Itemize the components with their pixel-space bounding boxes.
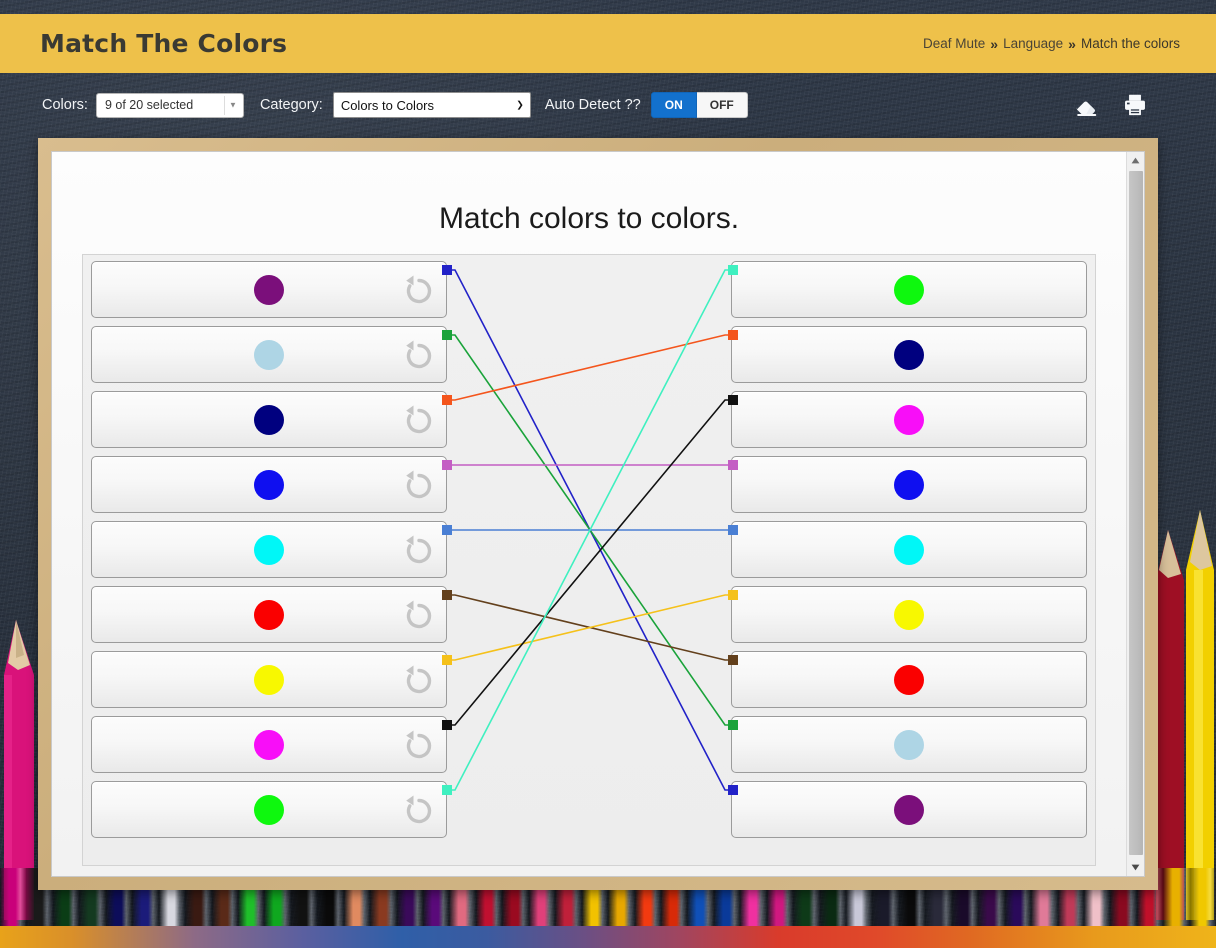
breadcrumb-separator-icon: »: [1068, 35, 1076, 52]
color-swatch-cyan: [254, 534, 284, 565]
eraser-icon[interactable]: [1074, 92, 1100, 118]
left-color-item[interactable]: [91, 586, 447, 643]
right-color-column: [731, 261, 1087, 838]
undo-icon[interactable]: [402, 728, 436, 762]
toolbar-actions: [1074, 92, 1186, 118]
left-color-item[interactable]: [91, 716, 447, 773]
connection-line: [447, 334, 733, 401]
breadcrumb-separator-icon: »: [990, 35, 999, 52]
rainbow-footer-bar: [0, 926, 1216, 948]
left-color-item[interactable]: [91, 521, 447, 578]
right-color-item[interactable]: [731, 586, 1087, 643]
right-color-item[interactable]: [731, 456, 1087, 513]
caret-down-icon: [1131, 864, 1140, 871]
connection-line: [447, 594, 733, 661]
pencil-stripe: [1163, 868, 1190, 926]
page-title: Match The Colors: [40, 29, 288, 58]
category-select-value: Colors to Colors: [340, 97, 435, 113]
right-color-item[interactable]: [731, 781, 1087, 838]
color-swatch-blue: [894, 469, 924, 500]
color-swatch-magenta: [254, 729, 284, 760]
color-swatch-navy: [254, 404, 284, 435]
colors-label: Colors:: [42, 97, 88, 113]
breadcrumb-item-language[interactable]: Language: [1003, 36, 1063, 51]
board-scrollbar[interactable]: [1126, 152, 1144, 876]
color-swatch-yellow: [894, 599, 924, 630]
right-color-item[interactable]: [731, 261, 1087, 318]
undo-icon[interactable]: [402, 533, 436, 567]
board-canvas: Match colors to colors.: [52, 152, 1126, 876]
pencil-decoration-right: [1156, 510, 1214, 920]
left-color-item[interactable]: [91, 391, 447, 448]
color-swatch-green: [254, 794, 284, 825]
connection-line: [447, 269, 733, 791]
color-swatch-magenta: [894, 404, 924, 435]
scroll-thumb[interactable]: [1128, 171, 1143, 855]
app-header: Match The Colors Deaf Mute » Language » …: [0, 14, 1216, 73]
left-color-item[interactable]: [91, 781, 447, 838]
auto-detect-on-button[interactable]: ON: [650, 92, 697, 118]
color-swatch-red: [894, 664, 924, 695]
left-color-column: [91, 261, 447, 838]
category-select[interactable]: Colors to Colors ❯: [332, 92, 531, 118]
undo-icon[interactable]: [402, 273, 436, 307]
auto-detect-label: Auto Detect ??: [544, 97, 641, 113]
right-color-item[interactable]: [731, 716, 1087, 773]
color-swatch-navy: [894, 339, 924, 370]
colors-multiselect[interactable]: 9 of 20 selected ▼: [95, 92, 244, 118]
color-swatch-green: [894, 274, 924, 305]
caret-up-icon: [1131, 157, 1140, 164]
undo-icon[interactable]: [402, 338, 436, 372]
match-play-area: [82, 254, 1096, 866]
breadcrumb-item-deaf-mute[interactable]: Deaf Mute: [923, 36, 985, 51]
connection-line: [447, 334, 733, 726]
breadcrumb-item-current: Match the colors: [1080, 36, 1180, 51]
scroll-track[interactable]: [1127, 169, 1145, 859]
top-texture-strip: [0, 0, 1216, 14]
scroll-up-button[interactable]: [1126, 152, 1144, 169]
pencil-stripe: [0, 868, 27, 926]
color-swatch-lightblue: [894, 729, 924, 760]
left-color-item[interactable]: [91, 651, 447, 708]
color-swatch-blue: [254, 469, 284, 500]
right-color-item[interactable]: [731, 391, 1087, 448]
auto-detect-toggle: ON OFF: [650, 92, 748, 118]
color-swatch-purple: [894, 794, 924, 825]
color-swatch-purple: [254, 274, 284, 305]
exercise-title: Match colors to colors.: [438, 202, 740, 235]
pencil-stripe: [1189, 868, 1216, 926]
pencil-decoration-left: [4, 620, 34, 920]
auto-detect-off-button[interactable]: OFF: [696, 92, 748, 118]
colors-multiselect-value: 9 of 20 selected: [104, 98, 194, 112]
connection-line: [447, 399, 733, 726]
undo-icon[interactable]: [402, 403, 436, 437]
print-icon[interactable]: [1122, 92, 1148, 118]
color-swatch-red: [254, 599, 284, 630]
right-color-item[interactable]: [731, 521, 1087, 578]
left-color-item[interactable]: [91, 326, 447, 383]
category-label: Category:: [259, 97, 323, 113]
connection-line: [447, 594, 733, 661]
select-divider: [223, 95, 225, 115]
toolbar: Colors: 9 of 20 selected ▼ Category: Col…: [0, 73, 1216, 137]
connection-line: [447, 269, 733, 791]
scroll-down-button[interactable]: [1126, 859, 1144, 876]
color-swatch-cyan: [894, 534, 924, 565]
undo-icon[interactable]: [402, 468, 436, 502]
board-frame: Match colors to colors.: [38, 138, 1158, 890]
chevron-down-icon: ❯: [516, 99, 524, 110]
right-color-item[interactable]: [731, 326, 1087, 383]
undo-icon[interactable]: [402, 793, 436, 827]
left-color-item[interactable]: [91, 261, 447, 318]
color-swatch-yellow: [254, 664, 284, 695]
undo-icon[interactable]: [402, 663, 436, 697]
color-swatch-lightblue: [254, 339, 284, 370]
left-color-item[interactable]: [91, 456, 447, 513]
chevron-down-icon: ▼: [229, 100, 237, 110]
breadcrumb: Deaf Mute » Language » Match the colors: [923, 36, 1180, 52]
undo-icon[interactable]: [402, 598, 436, 632]
board-frame-inner: Match colors to colors.: [51, 151, 1145, 877]
right-color-item[interactable]: [731, 651, 1087, 708]
